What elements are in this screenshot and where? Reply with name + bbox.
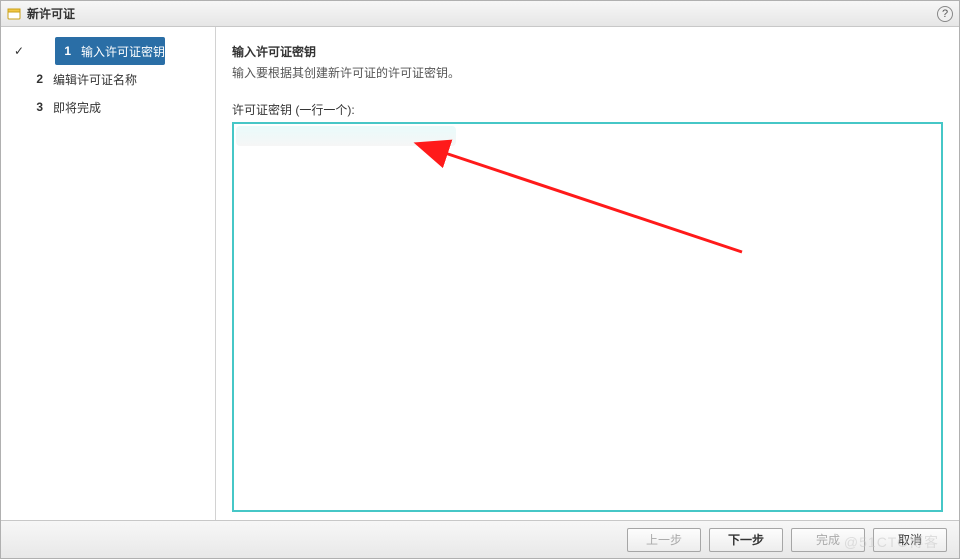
step-number: 2 [31,72,43,86]
step-1-check-slot: ✓ [11,44,27,58]
panel-heading: 输入许可证密钥 [232,43,943,60]
next-button[interactable]: 下一步 [709,528,783,552]
wizard-step-3[interactable]: 3 即将完成 [1,93,215,121]
cancel-button[interactable]: 取消 [873,528,947,552]
checkmark-icon: ✓ [14,44,24,58]
dialog-title: 新许可证 [27,5,75,22]
finish-button[interactable]: 完成 [791,528,865,552]
wizard-steps-sidebar: ✓ 1 输入许可证密钥 2 编辑许可证名称 3 即将完成 [1,27,216,520]
wizard-step-1: 1 输入许可证密钥 [55,37,165,65]
titlebar: 新许可证 ? [1,1,959,27]
license-keys-wrap [232,122,943,512]
license-keys-label: 许可证密钥 (一行一个): [232,101,943,118]
step-label: 编辑许可证名称 [49,71,137,88]
dialog-footer: 上一步 下一步 完成 取消 @51CTO博客 [1,520,959,558]
license-keys-textarea[interactable] [232,122,943,512]
dialog-window: 新许可证 ? ✓ 1 输入许可证密钥 2 编辑许可证名称 3 即将完成 [0,0,960,559]
help-icon[interactable]: ? [937,6,953,22]
step-number: 1 [59,44,71,58]
dialog-body: ✓ 1 输入许可证密钥 2 编辑许可证名称 3 即将完成 输入许可证密钥 输入要… [1,27,959,520]
panel-subheading: 输入要根据其创建新许可证的许可证密钥。 [232,64,943,81]
wizard-step-2[interactable]: 2 编辑许可证名称 [1,65,215,93]
wizard-step-1-row[interactable]: ✓ 1 输入许可证密钥 [1,37,215,65]
step-label: 即将完成 [49,99,101,116]
license-icon [7,7,21,21]
content-panel: 输入许可证密钥 输入要根据其创建新许可证的许可证密钥。 许可证密钥 (一行一个)… [216,27,959,520]
step-label: 输入许可证密钥 [77,43,165,60]
step-number: 3 [31,100,43,114]
back-button[interactable]: 上一步 [627,528,701,552]
